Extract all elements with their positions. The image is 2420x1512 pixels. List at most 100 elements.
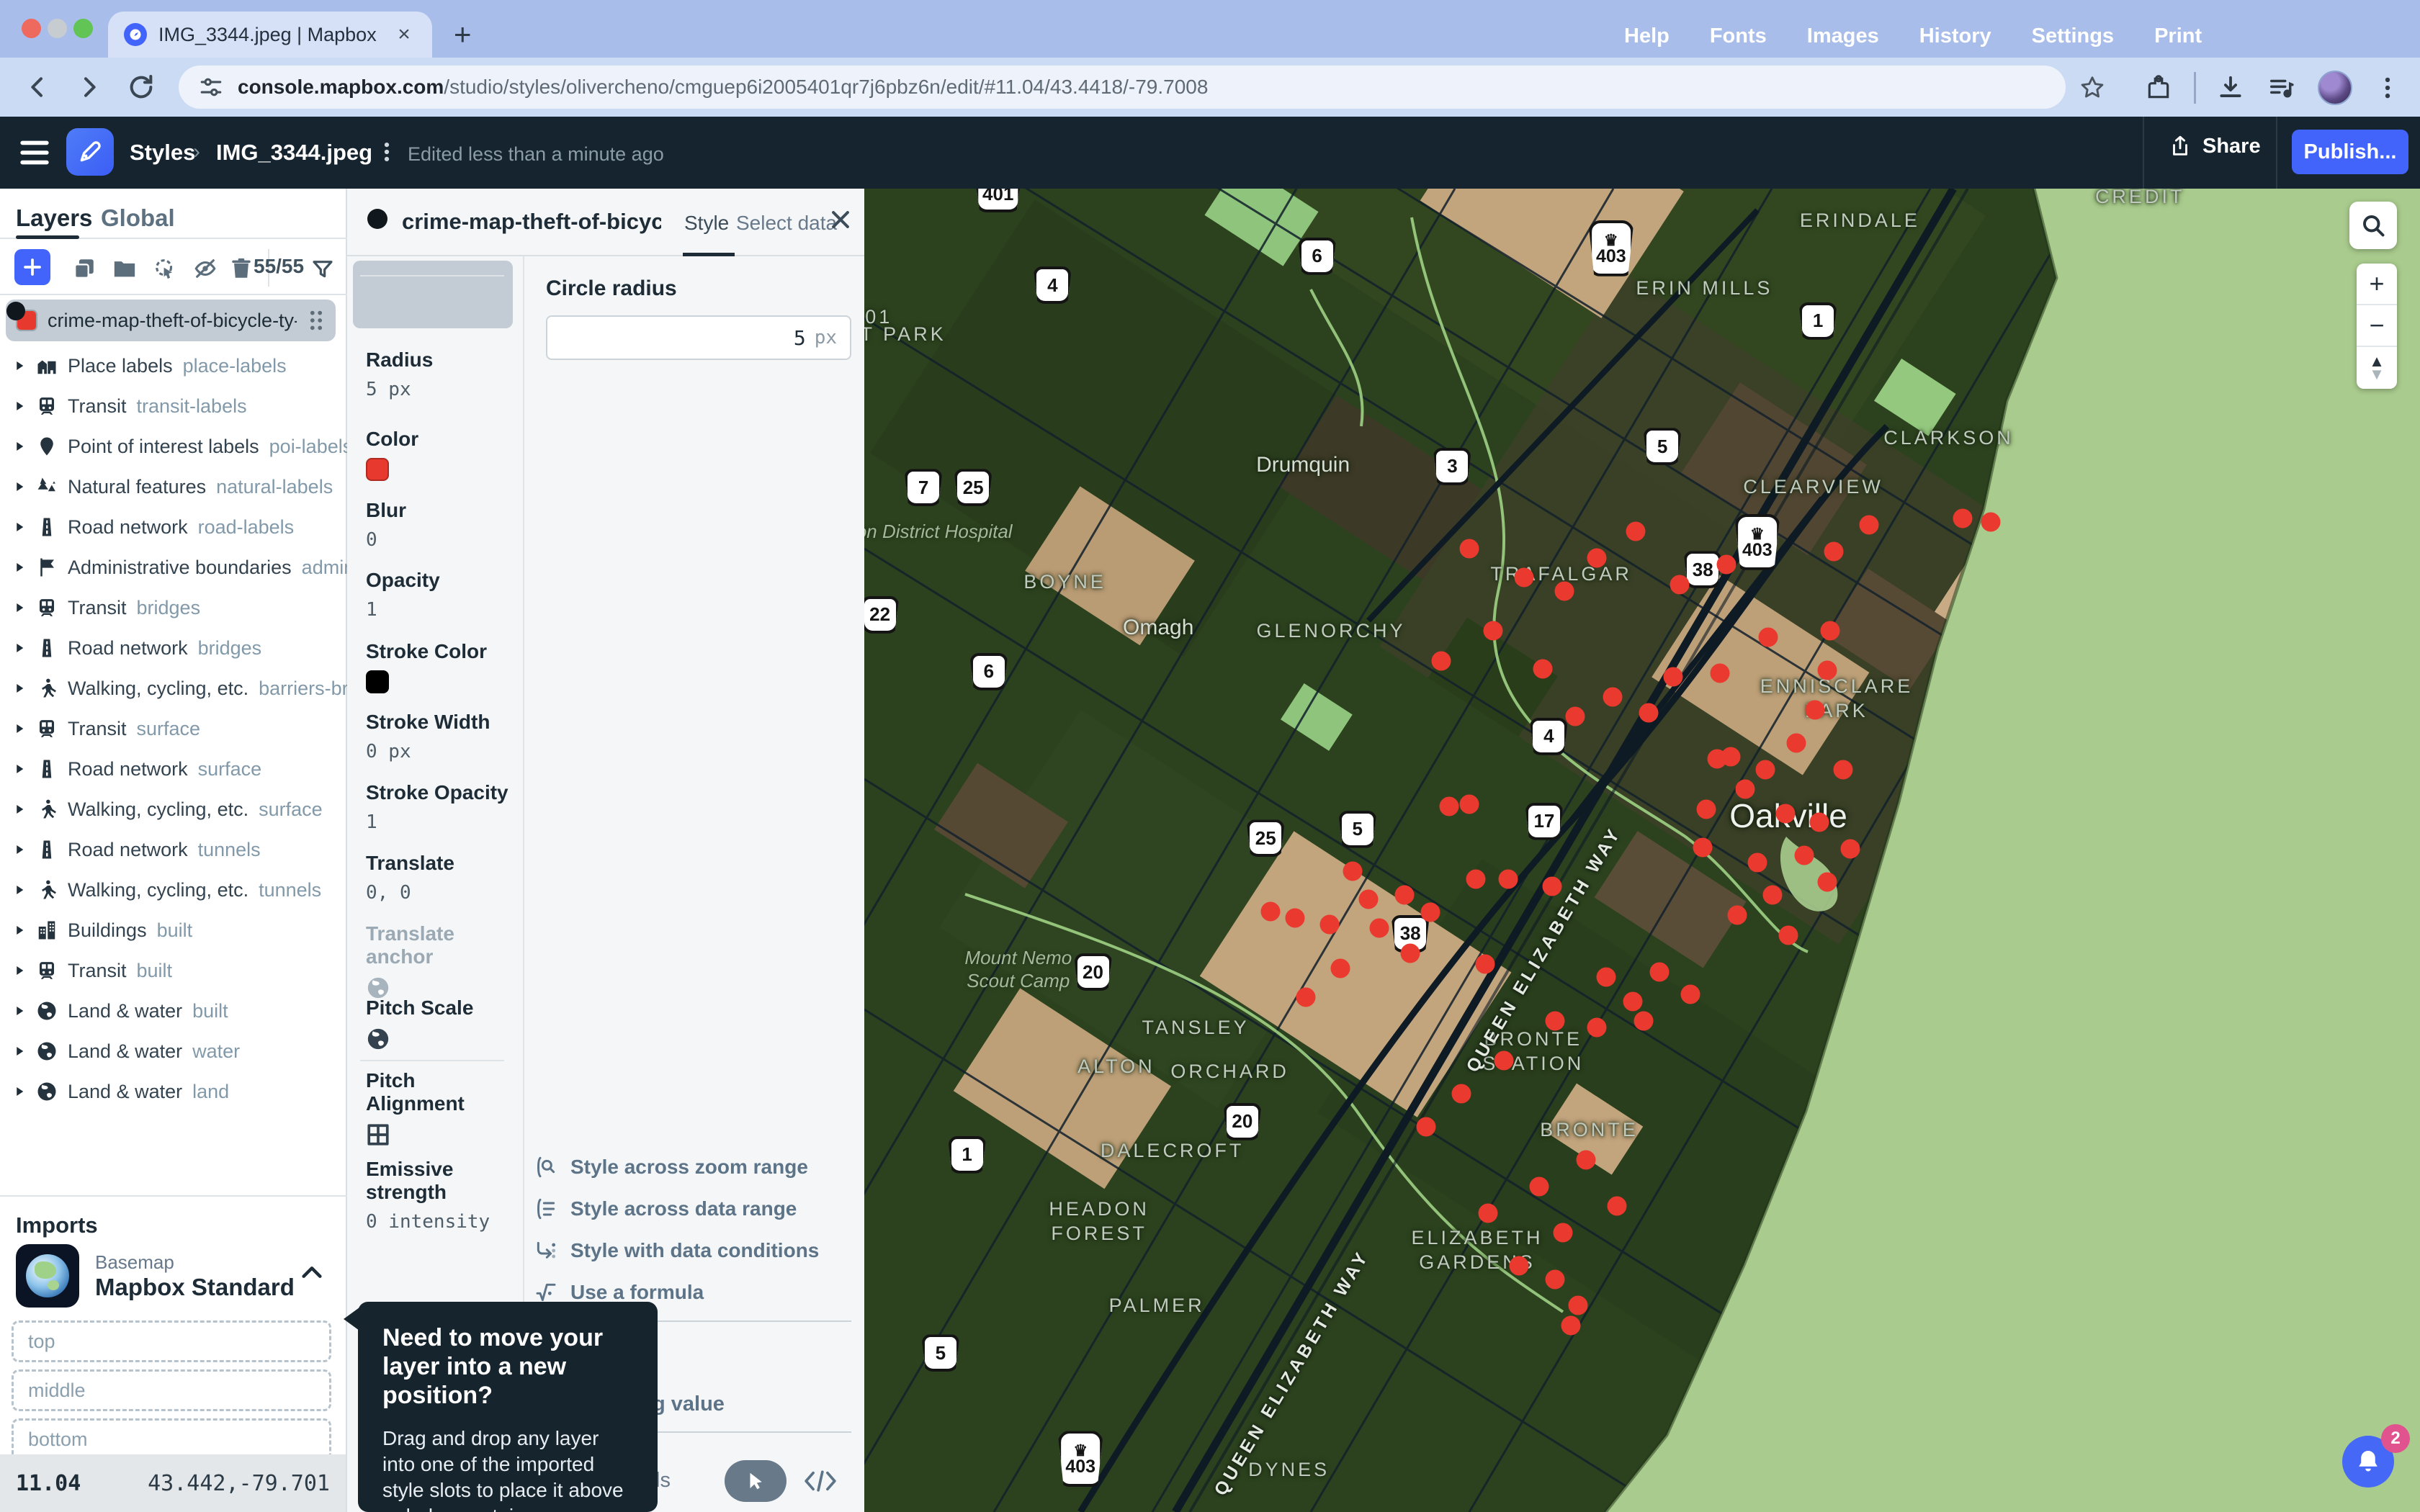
circle-radius-input[interactable]: 5 px bbox=[546, 315, 851, 360]
nav-fonts[interactable]: Fonts bbox=[1710, 24, 1767, 48]
disclosure-triangle-icon[interactable] bbox=[13, 722, 26, 735]
crime-data-point[interactable] bbox=[1696, 800, 1716, 819]
crime-data-point[interactable] bbox=[1510, 1256, 1529, 1276]
crime-data-point[interactable] bbox=[1623, 991, 1643, 1011]
crime-data-point[interactable] bbox=[1330, 958, 1350, 978]
crime-data-point[interactable] bbox=[1721, 747, 1741, 766]
layer-row[interactable]: Road network bridges bbox=[0, 628, 347, 668]
property-translate[interactable]: Translate0, 0 bbox=[347, 852, 460, 904]
close-window-button[interactable] bbox=[22, 19, 41, 38]
crime-data-point[interactable] bbox=[1597, 968, 1616, 987]
link-style-across-zoom-range[interactable]: Style across zoom range bbox=[534, 1146, 851, 1188]
color-swatch[interactable] bbox=[366, 670, 389, 693]
map-search-button[interactable] bbox=[2349, 202, 2397, 249]
forward-icon[interactable] bbox=[75, 73, 104, 102]
crime-data-point[interactable] bbox=[1755, 760, 1775, 779]
crime-data-point[interactable] bbox=[1670, 575, 1689, 594]
layer-row[interactable]: Walking, cycling, etc. tunnels bbox=[0, 870, 347, 910]
publish-button[interactable]: Publish... bbox=[2292, 130, 2408, 174]
crime-data-point[interactable] bbox=[1626, 522, 1646, 541]
disclosure-triangle-icon[interactable] bbox=[13, 803, 26, 816]
property-label[interactable]: Stroke Color bbox=[366, 640, 487, 663]
property-label[interactable]: Radius bbox=[366, 348, 433, 372]
crime-data-point[interactable] bbox=[1416, 1117, 1435, 1137]
nav-images[interactable]: Images bbox=[1807, 24, 1879, 48]
reload-icon[interactable] bbox=[127, 73, 156, 102]
layer-row[interactable]: Transit built bbox=[0, 950, 347, 991]
grid-icon[interactable] bbox=[366, 1122, 390, 1147]
layer-row[interactable]: Transit bridges bbox=[0, 588, 347, 628]
disclosure-triangle-icon[interactable] bbox=[13, 561, 26, 574]
add-layer-button[interactable] bbox=[14, 249, 50, 285]
layer-row[interactable]: Road network road-labels bbox=[0, 507, 347, 547]
property-label[interactable]: Blur bbox=[366, 499, 406, 522]
basemap-card[interactable]: BasemapMapbox Standard bbox=[16, 1241, 331, 1310]
browser-tab[interactable]: IMG_3344.jpeg | Mapbox × bbox=[108, 12, 432, 58]
crime-data-point[interactable] bbox=[1716, 554, 1736, 574]
crime-data-point[interactable] bbox=[1587, 548, 1607, 567]
disclosure-triangle-icon[interactable] bbox=[13, 480, 26, 493]
crime-data-point[interactable] bbox=[1639, 703, 1658, 722]
disclosure-triangle-icon[interactable] bbox=[13, 359, 26, 372]
crime-data-point[interactable] bbox=[1421, 903, 1440, 922]
crime-data-point[interactable] bbox=[1432, 652, 1451, 671]
crime-data-point[interactable] bbox=[1680, 985, 1700, 1004]
crime-data-point[interactable] bbox=[1953, 508, 1972, 528]
crime-data-point[interactable] bbox=[1555, 581, 1574, 600]
disclosure-triangle-icon[interactable] bbox=[13, 924, 26, 937]
disclosure-triangle-icon[interactable] bbox=[13, 601, 26, 614]
crime-data-point[interactable] bbox=[1542, 876, 1561, 896]
hamburger-menu-icon[interactable] bbox=[20, 140, 49, 166]
crime-data-point[interactable] bbox=[1608, 1197, 1627, 1216]
layer-row[interactable]: Administrative boundaries admin bbox=[0, 547, 347, 588]
crime-data-point[interactable] bbox=[1634, 1012, 1654, 1031]
layer-row[interactable]: Road network tunnels bbox=[0, 829, 347, 870]
media-playlist-icon[interactable] bbox=[2267, 74, 2296, 102]
crime-data-point[interactable] bbox=[1530, 1176, 1549, 1196]
layer-row[interactable]: Land & water water bbox=[0, 1031, 347, 1071]
crime-data-point[interactable] bbox=[1460, 794, 1479, 814]
crime-data-point[interactable] bbox=[1758, 628, 1778, 647]
layer-row[interactable]: Road network surface bbox=[0, 749, 347, 789]
crime-data-point[interactable] bbox=[1735, 780, 1754, 799]
crime-data-point[interactable] bbox=[1394, 886, 1414, 905]
disclosure-triangle-icon[interactable] bbox=[13, 440, 26, 453]
crime-data-point[interactable] bbox=[1358, 890, 1378, 909]
crime-data-point[interactable] bbox=[1319, 914, 1339, 934]
tab-select-data[interactable]: Select data bbox=[736, 212, 837, 235]
bookmark-star-icon[interactable] bbox=[2079, 74, 2106, 102]
breadcrumb-styles[interactable]: Styles bbox=[130, 140, 195, 166]
link-style-across-data-range[interactable]: Style across data range bbox=[534, 1188, 851, 1230]
property-opacity[interactable]: Opacity1 bbox=[347, 569, 446, 621]
crime-data-point[interactable] bbox=[1693, 838, 1713, 858]
crime-data-point[interactable] bbox=[1821, 621, 1840, 640]
crime-data-point[interactable] bbox=[1649, 963, 1669, 982]
property-label[interactable]: Stroke Width bbox=[366, 711, 490, 734]
selected-layer-row[interactable]: crime-map-theft-of-bicycle-ty-8qrj... bbox=[6, 300, 336, 341]
property-label[interactable]: Emissive strength bbox=[366, 1158, 517, 1204]
map-canvas[interactable]: CREDITERINDALEERIN MILLSCLARKSONCLEARVIE… bbox=[864, 189, 2420, 1512]
crime-data-point[interactable] bbox=[1440, 797, 1459, 816]
crime-data-point[interactable] bbox=[1561, 1315, 1580, 1335]
tab-global[interactable]: Global bbox=[101, 204, 175, 232]
disclosure-triangle-icon[interactable] bbox=[13, 843, 26, 856]
hide-layer-eye-off-icon[interactable] bbox=[193, 256, 218, 281]
property-label[interactable]: Pitch Scale bbox=[366, 996, 473, 1020]
property-label[interactable]: Pitch Alignment bbox=[366, 1069, 517, 1115]
crime-data-point[interactable] bbox=[1499, 870, 1518, 889]
globe-icon[interactable] bbox=[366, 1027, 390, 1051]
new-tab-button[interactable]: + bbox=[454, 17, 472, 52]
crime-data-point[interactable] bbox=[1466, 870, 1485, 889]
crime-data-point[interactable] bbox=[1824, 541, 1843, 561]
extensions-icon[interactable] bbox=[2145, 74, 2172, 102]
disclosure-triangle-icon[interactable] bbox=[13, 521, 26, 534]
crime-data-point[interactable] bbox=[1452, 1084, 1471, 1104]
property-blur[interactable]: Blur0 bbox=[347, 499, 412, 551]
property-stroke-width[interactable]: Stroke Width0 px bbox=[347, 711, 496, 762]
property-label[interactable]: Opacity bbox=[366, 569, 440, 592]
crime-data-point[interactable] bbox=[1460, 539, 1479, 558]
property-label[interactable]: Translate anchor bbox=[366, 922, 517, 968]
chevron-up-icon[interactable] bbox=[300, 1261, 324, 1283]
layer-row[interactable]: Natural features natural-labels bbox=[0, 467, 347, 507]
layer-row[interactable]: Walking, cycling, etc. surface bbox=[0, 789, 347, 829]
